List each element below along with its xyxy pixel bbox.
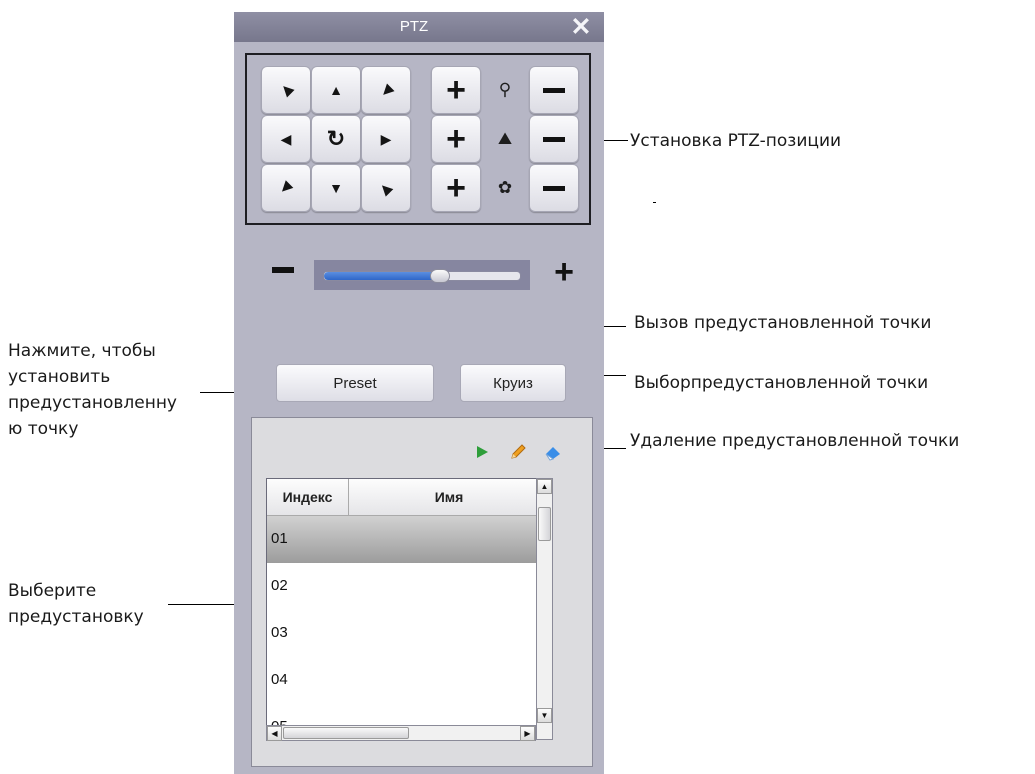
pencil-icon[interactable] xyxy=(508,442,528,462)
plus-icon: + xyxy=(446,120,466,158)
table-row[interactable]: 01 xyxy=(267,516,548,563)
annotation-line: ю точку xyxy=(8,419,79,439)
table-row[interactable]: 04 xyxy=(267,657,548,704)
column-header-name[interactable]: Имя xyxy=(349,479,548,515)
auto-rotate-icon: ↻ xyxy=(326,126,346,151)
minus-icon xyxy=(543,136,565,142)
title-bar: PTZ ✕ xyxy=(234,12,604,42)
slider-track xyxy=(323,269,521,283)
pan-up-left-button[interactable]: ▶ xyxy=(261,66,311,114)
preset-index: 02 xyxy=(271,577,288,594)
pan-up-right-icon: ◀ xyxy=(376,80,396,100)
zoom-out-button[interactable] xyxy=(529,66,579,114)
scroll-up-icon[interactable]: ▲ xyxy=(537,479,552,494)
pan-right-button[interactable]: ▶ xyxy=(361,115,411,163)
annotation-line: установить xyxy=(8,367,111,387)
vertical-scrollbar[interactable]: ▲ ▼ xyxy=(536,478,553,740)
scroll-thumb[interactable] xyxy=(538,507,551,541)
plus-icon: + xyxy=(446,71,466,109)
annotation-call-preset: Вызов предустановленной точки xyxy=(634,313,932,333)
focus-out-button[interactable] xyxy=(529,115,579,163)
close-icon[interactable]: ✕ xyxy=(568,14,594,40)
pan-down-right-icon: ◀ xyxy=(376,178,396,198)
speed-increase-button[interactable]: + xyxy=(550,255,578,289)
annotation-line: предустановку xyxy=(8,607,144,627)
column-header-index[interactable]: Индекс xyxy=(267,479,349,515)
annotation-line: Нажмите, чтобы xyxy=(8,341,156,361)
annotation-line: Выберите xyxy=(8,581,97,601)
table-row[interactable]: 03 xyxy=(267,610,548,657)
pan-up-icon: ▲ xyxy=(329,82,343,98)
zoom-icon: ⚲ xyxy=(498,80,512,99)
pan-up-right-button[interactable]: ◀ xyxy=(361,66,411,114)
pan-right-icon: ▶ xyxy=(380,130,392,147)
preset-index: 03 xyxy=(271,624,288,641)
plus-icon: + xyxy=(446,169,466,207)
preset-index: 01 xyxy=(271,530,288,547)
ptz-panel: PTZ ✕ ▶ ▲ ◀ ◀ ↻ ▶ ▶ ▼ ◀ + ⚲ + ⛰ + ✿ + Preset Круиз Ин… xyxy=(234,12,604,774)
preset-table: Индекс Имя 0102030405 xyxy=(266,478,549,740)
pan-down-icon: ▼ xyxy=(329,180,343,196)
leader-line xyxy=(604,140,628,141)
annotation-delete-preset: Удаление предустановленной точки xyxy=(630,431,960,451)
cruise-button[interactable]: Круиз xyxy=(460,364,566,402)
auto-rotate-button[interactable]: ↻ xyxy=(311,115,361,163)
annotation-select-preset: Выборпредустановленной точки xyxy=(634,373,929,393)
slider-handle[interactable] xyxy=(429,269,450,283)
table-header: Индекс Имя xyxy=(267,479,548,516)
scroll-right-icon[interactable]: ▶ xyxy=(520,726,535,741)
panel-title: PTZ xyxy=(399,18,429,35)
pan-up-button[interactable]: ▲ xyxy=(311,66,361,114)
stray-mark xyxy=(653,202,656,203)
hscroll-thumb[interactable] xyxy=(283,727,409,739)
annotation-choose-preset: Выберите предустановку xyxy=(8,578,144,630)
pan-left-icon: ◀ xyxy=(280,130,292,147)
horizontal-scrollbar[interactable]: ◀ ▶ xyxy=(266,725,536,741)
minus-icon xyxy=(543,185,565,191)
ptz-control-box: ▶ ▲ ◀ ◀ ↻ ▶ ▶ ▼ ◀ + ⚲ + ⛰ + ✿ xyxy=(245,53,591,225)
minus-icon xyxy=(543,87,565,93)
preset-index: 04 xyxy=(271,671,288,688)
pan-down-left-icon: ▶ xyxy=(276,178,296,198)
pan-down-left-button[interactable]: ▶ xyxy=(261,164,311,212)
preset-area: Индекс Имя 0102030405 ▲ ▼ ◀ ▶ xyxy=(251,417,593,767)
pan-left-button[interactable]: ◀ xyxy=(261,115,311,163)
focus-in-button[interactable]: + xyxy=(431,115,481,163)
pan-down-button[interactable]: ▼ xyxy=(311,164,361,212)
preset-button[interactable]: Preset xyxy=(276,364,434,402)
scroll-down-icon[interactable]: ▼ xyxy=(537,708,552,723)
speed-decrease-button[interactable] xyxy=(272,267,294,273)
annotation-line: предустановленну xyxy=(8,393,177,413)
slider-fill xyxy=(324,272,438,280)
table-row[interactable]: 02 xyxy=(267,563,548,610)
pan-down-right-button[interactable]: ◀ xyxy=(361,164,411,212)
focus-icon: ⛰ xyxy=(497,129,513,148)
speed-slider[interactable] xyxy=(314,260,530,290)
zoom-in-button[interactable]: + xyxy=(431,66,481,114)
pan-up-left-icon: ▶ xyxy=(276,80,296,100)
iris-icon: ✿ xyxy=(497,178,513,197)
play-icon[interactable] xyxy=(472,442,492,462)
scroll-left-icon[interactable]: ◀ xyxy=(267,726,282,741)
eraser-icon[interactable] xyxy=(544,442,564,462)
iris-out-button[interactable] xyxy=(529,164,579,212)
annotation-ptz-position: Установка PTZ-позиции xyxy=(630,131,842,151)
iris-in-button[interactable]: + xyxy=(431,164,481,212)
annotation-click-to-set: Нажмите, чтобы установить предустановлен… xyxy=(8,338,177,442)
